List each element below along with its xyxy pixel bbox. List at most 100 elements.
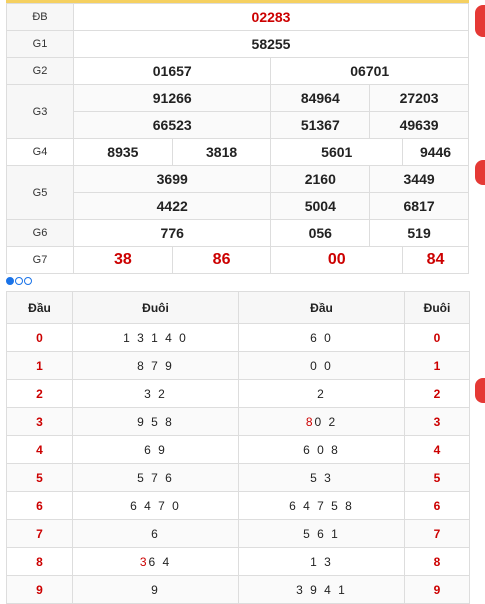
head-digit: 5	[404, 463, 470, 492]
table-row: 1 8 7 9 0 0 1	[6, 351, 470, 380]
prize-value: 49639	[369, 111, 469, 139]
table-row: 7 6 5 6 1 7	[6, 519, 470, 548]
prize-value: 9446	[402, 138, 469, 166]
pager-dot[interactable]	[24, 277, 32, 285]
prize-value: 06701	[270, 57, 469, 85]
table-row: 2 3 2 2 2	[6, 379, 470, 408]
head-digit: 1	[6, 351, 73, 380]
prize-value: 01657	[72, 57, 272, 85]
tail-digits: 5 3	[238, 463, 405, 492]
head-digit: 7	[404, 519, 470, 548]
table-row: 6 6 4 7 0 6 4 7 5 8 6	[6, 491, 470, 520]
tail-rest: 5 7 6	[137, 470, 174, 485]
side-widget[interactable]	[475, 378, 485, 403]
prize-value: 51367	[270, 111, 371, 139]
head-digit: 0	[404, 323, 470, 352]
tail-highlight: 8	[305, 414, 315, 429]
prize-row-g2: G2 01657 06701	[6, 57, 469, 85]
tail-rest: 6 4 7 5 8	[289, 498, 354, 513]
tail-rest: 0 2	[314, 414, 338, 429]
column-header-tail-right: Đuôi	[404, 291, 470, 324]
head-digit: 9	[6, 575, 73, 604]
tail-rest: 3 9 4 1	[296, 582, 347, 597]
side-widget[interactable]	[475, 5, 485, 37]
prize-value: 00	[270, 246, 404, 274]
prize-value: 84	[402, 246, 469, 274]
prize-value: 4422	[72, 192, 272, 220]
table-row: 39 5 8 80 23	[6, 407, 470, 436]
prize-value: 5004	[270, 192, 371, 220]
tail-rest: 8 7 9	[137, 358, 174, 373]
tail-rest: 5 6 1	[303, 526, 340, 541]
table-row: 5 5 7 6 5 3 5	[6, 463, 470, 492]
prize-value: 38	[73, 246, 173, 274]
table-row: 0 1 3 1 4 0 6 0 0	[6, 323, 470, 352]
table-row: 8 36 41 38	[6, 547, 470, 576]
prize-value: 27203	[369, 84, 469, 112]
prize-row-g3: 66523 51367 49639	[7, 111, 469, 139]
tail-digits: 6	[72, 519, 239, 548]
head-digit: 5	[6, 463, 73, 492]
prize-value: 58255	[73, 30, 469, 58]
head-digit: 4	[6, 435, 73, 464]
head-digit: 6	[404, 491, 470, 520]
table-row: 4 6 9 6 0 8 4	[6, 435, 470, 464]
prize-value: 519	[369, 219, 469, 247]
tail-digits: 36 4	[72, 547, 239, 576]
prize-label: G5	[6, 165, 74, 220]
tail-rest: 0 0	[310, 358, 333, 373]
tail-digits: 5 7 6	[72, 463, 239, 492]
column-header-head-left: Đầu	[6, 291, 73, 324]
tail-rest: 6	[151, 526, 160, 541]
prize-label: G2	[6, 57, 74, 85]
tail-digits: 1 3	[238, 547, 405, 576]
tail-rest: 6 9	[144, 442, 167, 457]
head-digit: 8	[6, 547, 73, 576]
prize-value: 776	[72, 219, 272, 247]
prize-value: 3699	[72, 165, 272, 193]
prize-row-g5: G5 3699 2160 3449	[6, 165, 469, 220]
prize-row-g5: 4422 5004 6817	[7, 192, 469, 220]
head-digit: 2	[6, 379, 73, 408]
prize-row-g4: G4 8935 3818 5601 9446	[6, 138, 469, 166]
tail-digits: 9	[72, 575, 239, 604]
prize-label: G4	[6, 138, 74, 166]
side-widget[interactable]	[475, 160, 485, 185]
prize-value-special: 02283	[73, 3, 469, 31]
column-header-head-right: Đầu	[238, 291, 405, 324]
prize-table: ĐB 02283 G1 58255 G2 01657 06701 G3 9126…	[6, 3, 469, 274]
tail-digits: 2	[238, 379, 405, 408]
prize-value: 3818	[171, 138, 272, 166]
head-digit: 3	[404, 407, 470, 436]
tail-rest: 6 4	[148, 554, 172, 569]
table-row: 9 9 3 9 4 1 9	[6, 575, 470, 604]
tail-rest: 9	[151, 582, 160, 597]
prize-row-db: ĐB 02283	[6, 3, 469, 31]
prize-label: G6	[6, 219, 74, 247]
head-digit: 4	[404, 435, 470, 464]
tail-digits: 6 0 8	[238, 435, 405, 464]
prize-value: 3449	[369, 165, 469, 193]
prize-row-g7: G7 38 86 00 84	[6, 246, 469, 274]
prize-value: 86	[171, 246, 272, 274]
pager-dot-active[interactable]	[6, 277, 14, 285]
column-header-tail-left: Đuôi	[72, 291, 239, 324]
tail-rest: 6 4 7 0	[130, 498, 181, 513]
head-digit: 6	[6, 491, 73, 520]
tail-digits: 3 9 4 1	[238, 575, 405, 604]
prize-row-g6: G6 776 056 519	[6, 219, 469, 247]
head-digit: 0	[6, 323, 73, 352]
pager-dot[interactable]	[15, 277, 23, 285]
head-digit: 7	[6, 519, 73, 548]
prize-row-g1: G1 58255	[6, 30, 469, 58]
tail-rest: 6 0	[310, 330, 333, 345]
prize-value: 056	[270, 219, 371, 247]
tail-rest: 5 3	[310, 470, 333, 485]
prize-value: 2160	[270, 165, 371, 193]
tail-digits: 6 9	[72, 435, 239, 464]
head-digit: 8	[404, 547, 470, 576]
tail-digits: 9 5 8	[72, 407, 239, 436]
tail-highlight: 3	[139, 554, 149, 569]
prize-value: 84964	[270, 84, 371, 112]
loto-table: Đầu Đuôi Đầu Đuôi 01 3 1 4 06 0018 7 90 …	[6, 291, 470, 604]
